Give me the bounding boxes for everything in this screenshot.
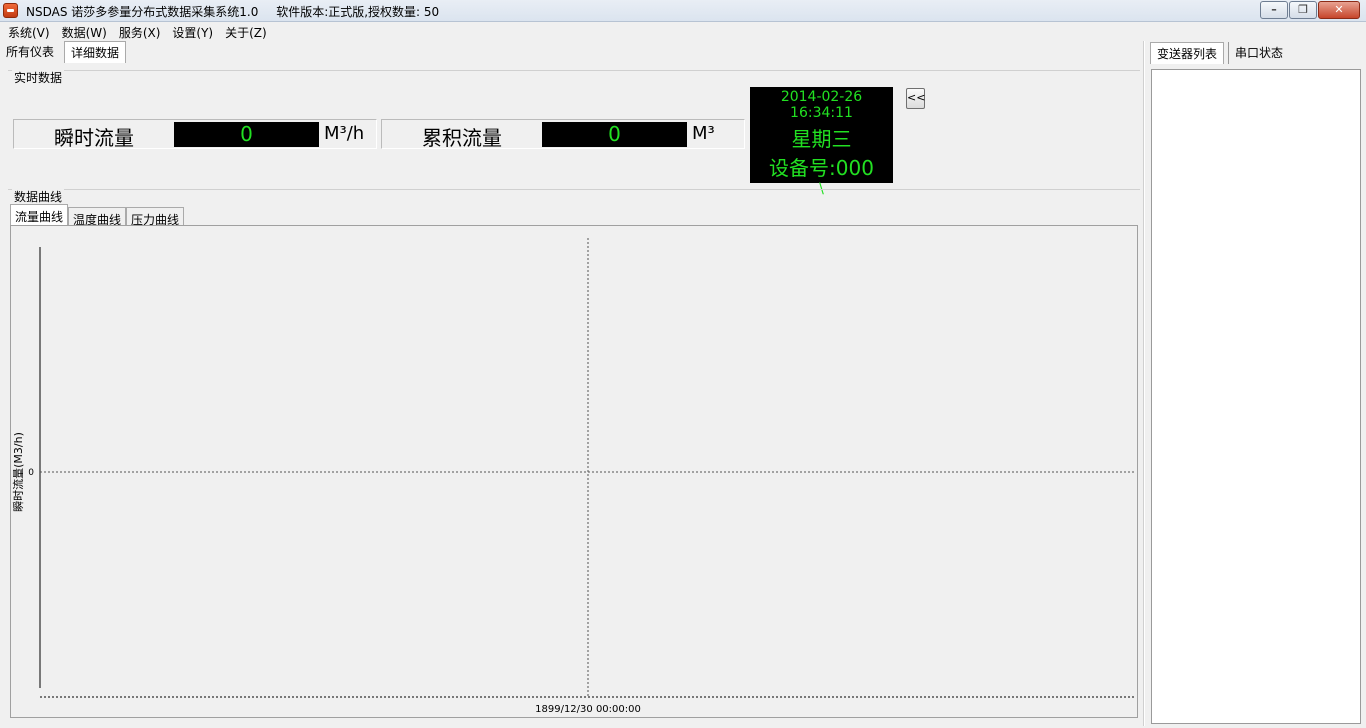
total-flow-label: 累积流量 <box>422 126 502 150</box>
app-icon[interactable] <box>3 3 18 18</box>
clock-device-number: 设备号:000 <box>769 156 874 180</box>
tab-transmitter-list[interactable]: 变送器列表 <box>1150 42 1225 64</box>
transmitter-list-panel[interactable] <box>1151 69 1361 724</box>
curve-legend: 数据曲线 <box>12 188 65 205</box>
close-icon: ✕ <box>1334 3 1344 16</box>
y-tick-label: 0 <box>28 468 34 478</box>
minimize-button[interactable]: – <box>1260 1 1288 19</box>
clock-display: 2014-02-26 16:34:11 星期三 设备号:000 \ <box>750 87 893 197</box>
restore-icon: ❐ <box>1298 3 1308 16</box>
tab-detail-data[interactable]: 详细数据 <box>64 41 127 63</box>
instant-flow-panel: 瞬时流量 0 M³/h <box>13 119 377 150</box>
instant-flow-value: 0 <box>174 122 319 147</box>
panel-splitter[interactable] <box>1143 41 1145 726</box>
tab-serial-status[interactable]: 串口状态 <box>1228 42 1289 64</box>
x-tick-label: 1899/12/30 00:00:00 <box>535 704 641 715</box>
curve-tab-strip: 流量曲线 温度曲线 压力曲线 <box>10 204 185 227</box>
clock-datetime: 2014-02-26 16:34:11 <box>780 89 863 121</box>
right-tab-strip: 变送器列表 串口状态 <box>1150 42 1289 64</box>
app-title: NSDAS 诺莎多参量分布式数据采集系统1.0 <box>26 5 259 19</box>
menu-data[interactable]: 数据(W) <box>56 23 113 41</box>
version-info: 软件版本:正式版,授权数量: 50 <box>276 5 440 19</box>
total-flow-panel: 累积流量 0 M³ <box>381 119 745 150</box>
clock-weekday: 星期三 <box>791 127 852 151</box>
realtime-legend: 实时数据 <box>12 69 65 86</box>
y-axis-label: 瞬时流量(M3/h) <box>11 432 25 512</box>
total-flow-unit: M³ <box>692 123 715 144</box>
instant-flow-unit: M³/h <box>324 123 365 144</box>
minimize-icon: – <box>1271 3 1277 16</box>
instant-flow-label: 瞬时流量 <box>54 126 134 150</box>
window-title: NSDAS 诺莎多参量分布式数据采集系统1.0 软件版本:正式版,授权数量: 5… <box>26 3 439 20</box>
menu-service[interactable]: 服务(X) <box>113 23 167 41</box>
tab-flow-curve[interactable]: 流量曲线 <box>10 204 69 226</box>
main-tab-strip: 所有仪表 详细数据 <box>0 41 127 63</box>
menu-system[interactable]: 系统(V) <box>2 23 56 41</box>
title-bar: NSDAS 诺莎多参量分布式数据采集系统1.0 软件版本:正式版,授权数量: 5… <box>0 0 1366 22</box>
menu-bar: 系统(V) 数据(W) 服务(X) 设置(Y) 关于(Z) <box>0 23 1366 41</box>
realtime-data-group: 实时数据 瞬时流量 0 M³/h 累积流量 0 M³ <box>8 69 1140 188</box>
chart-canvas: 0 1899/12/30 00:00:00 瞬时流量(M3/h) <box>11 238 1135 715</box>
flow-chart[interactable]: 0 1899/12/30 00:00:00 瞬时流量(M3/h) <box>10 225 1138 718</box>
close-button[interactable]: ✕ <box>1318 1 1360 19</box>
tab-temperature-curve[interactable]: 温度曲线 <box>68 207 127 227</box>
collapse-panel-button[interactable]: << <box>906 88 925 109</box>
maximize-button[interactable]: ❐ <box>1289 1 1317 19</box>
menu-settings[interactable]: 设置(Y) <box>166 23 219 41</box>
tab-all-instruments[interactable]: 所有仪表 <box>0 41 60 63</box>
menu-about[interactable]: 关于(Z) <box>219 23 273 41</box>
total-flow-value: 0 <box>542 122 687 147</box>
tab-pressure-curve[interactable]: 压力曲线 <box>126 207 185 227</box>
